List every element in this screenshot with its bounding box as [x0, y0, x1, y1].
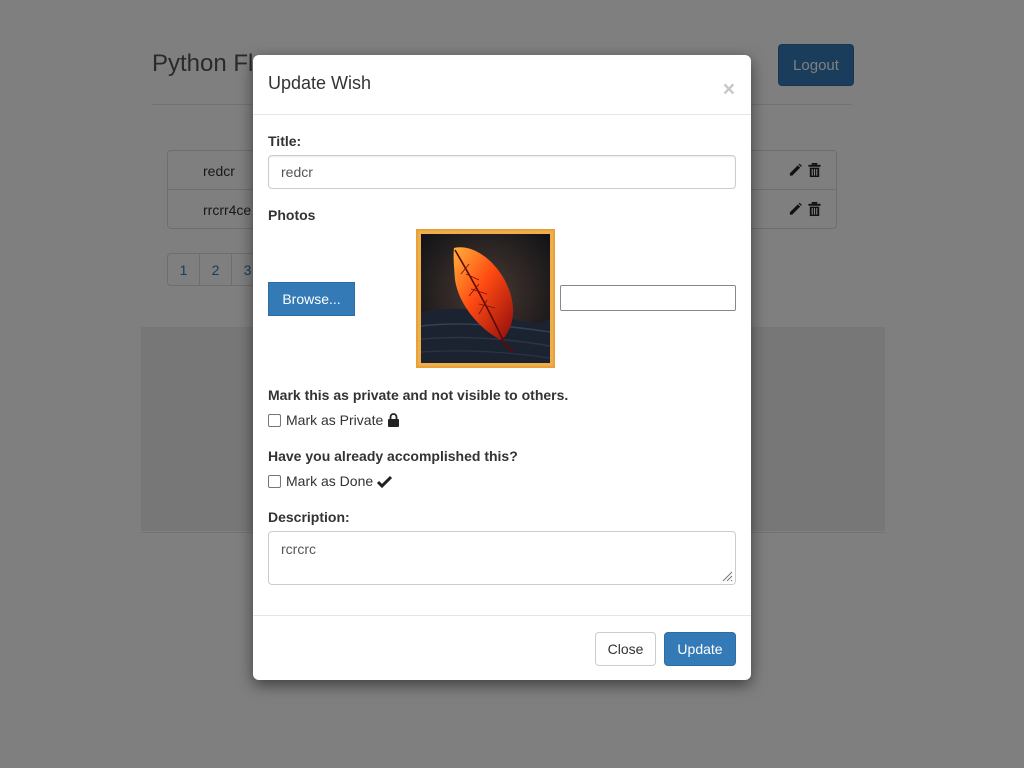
modal-footer: Close Update	[253, 615, 751, 680]
lock-icon	[388, 413, 400, 427]
update-wish-dialog: Update Wish × Title: Photos Browse...	[253, 55, 751, 680]
done-checkbox-row[interactable]: Mark as Done	[268, 473, 393, 489]
done-checkbox[interactable]	[268, 474, 281, 488]
title-input[interactable]	[268, 155, 736, 189]
checkmark-icon	[377, 475, 393, 488]
update-button[interactable]: Update	[664, 632, 736, 666]
leaf-photo-image	[421, 234, 550, 363]
resize-grip-icon[interactable]	[721, 570, 733, 582]
private-question: Mark this as private and not visible to …	[268, 387, 569, 403]
photo-thumbnail	[416, 229, 555, 368]
close-button[interactable]: Close	[595, 632, 656, 666]
description-label: Description:	[268, 509, 350, 525]
description-text: rcrcrc	[281, 541, 316, 557]
done-question: Have you already accomplished this?	[268, 448, 518, 464]
modal-header: Update Wish ×	[253, 55, 751, 115]
modal-title: Update Wish	[268, 73, 372, 93]
private-checkbox-row[interactable]: Mark as Private	[268, 412, 400, 428]
photo-path-input[interactable]	[560, 285, 736, 311]
close-icon[interactable]: ×	[723, 79, 735, 100]
browse-button[interactable]: Browse...	[268, 282, 355, 316]
title-label: Title:	[268, 133, 302, 149]
done-label: Mark as Done	[286, 473, 374, 489]
description-textarea[interactable]: rcrcrc	[268, 531, 736, 585]
private-label: Mark as Private	[286, 412, 384, 428]
photos-label: Photos	[268, 207, 316, 223]
private-checkbox[interactable]	[268, 413, 281, 427]
